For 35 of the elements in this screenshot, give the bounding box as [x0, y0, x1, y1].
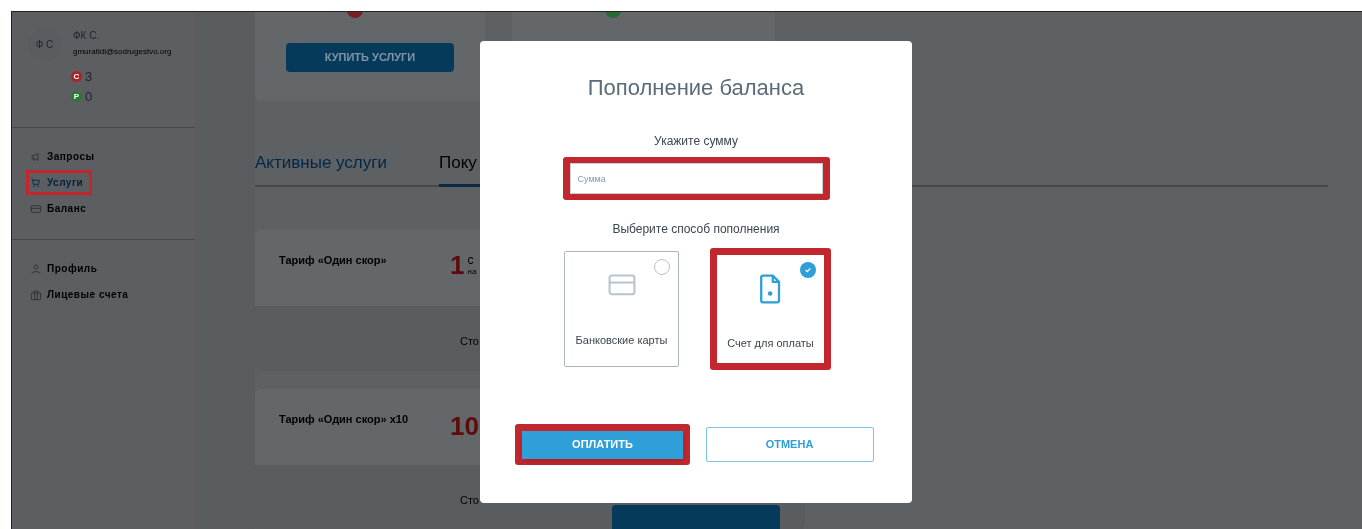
user-name: ФК С. — [73, 30, 101, 42]
buy-services-button[interactable]: КУПИТЬ УСЛУГИ — [286, 43, 454, 72]
counter-badge: С — [71, 71, 82, 82]
payment-option[interactable]: Счет для оплаты — [717, 255, 824, 363]
price-label: Сто — [460, 334, 479, 348]
amount-field[interactable]: Сумма — [569, 163, 823, 194]
payment-option[interactable]: Банковские карты — [564, 251, 679, 367]
check-icon[interactable] — [800, 262, 816, 278]
counter-badge: Р — [71, 91, 82, 102]
nav-item[interactable]: Услуги — [29, 173, 90, 192]
tariff-amount: 10 — [450, 412, 479, 440]
counter-value: 3 — [85, 69, 93, 84]
card-icon — [30, 202, 42, 215]
method-label: Выберите способ пополнения — [612, 222, 780, 236]
price-label: Сто — [460, 493, 479, 507]
amount-label: Укажите сумму — [654, 134, 738, 148]
pay-button[interactable]: ОПЛАТИТЬ — [522, 430, 683, 459]
nav-item[interactable]: Запросы — [30, 147, 101, 166]
megaphone-icon — [30, 150, 42, 163]
unit-note: на — [467, 267, 477, 276]
nav-item[interactable]: Баланс — [30, 199, 93, 218]
nav-item[interactable]: Профиль — [30, 259, 104, 278]
cancel-button[interactable]: ОТМЕНА — [705, 427, 874, 462]
person-icon — [30, 262, 42, 275]
cart-icon — [30, 176, 42, 189]
tab[interactable]: Активные услуги — [255, 151, 387, 187]
dialog-title: Пополнение баланса — [587, 74, 805, 102]
counter-value: 0 — [85, 89, 93, 104]
tariff-name: Тариф «Один скор» x10 — [279, 412, 409, 427]
nav-item[interactable]: Лицевые счета — [30, 285, 135, 304]
tariff-name: Тариф «Один скор» — [279, 253, 388, 268]
briefcase-icon — [30, 288, 42, 301]
tariff-amount: 1 — [450, 251, 465, 279]
unit-label: с — [467, 254, 475, 267]
user-email: gmuratidi@sodrugestvo.org — [73, 47, 172, 57]
